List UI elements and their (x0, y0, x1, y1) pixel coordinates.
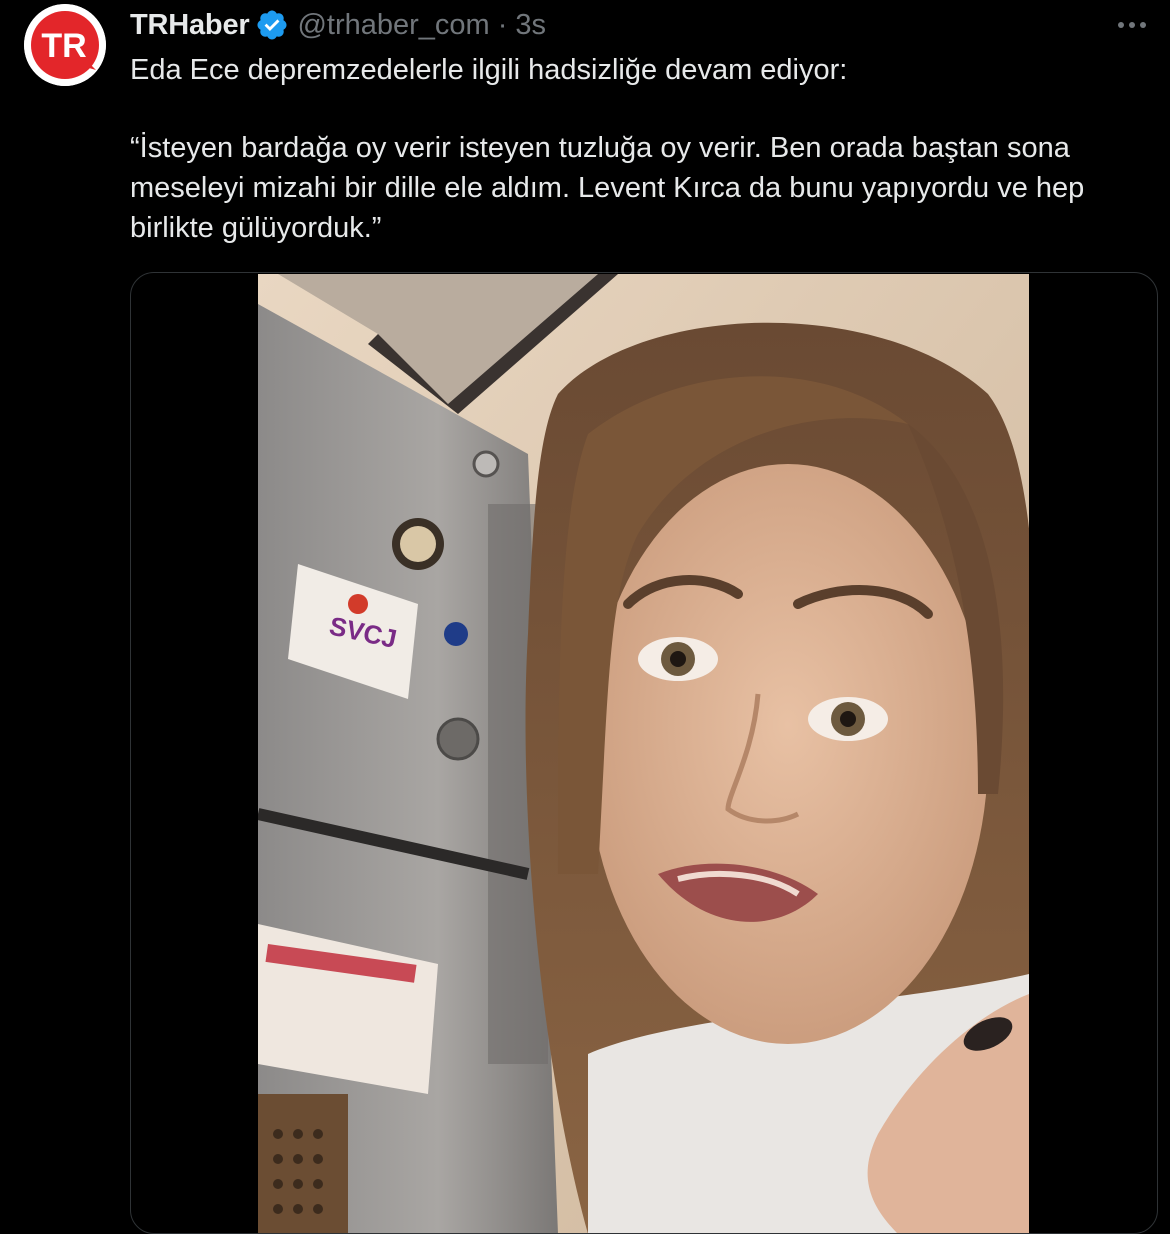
media-container[interactable]: SVCJ (130, 272, 1158, 1234)
video-thumbnail[interactable]: SVCJ (258, 274, 1029, 1233)
tweet-header: TRHaber @trhaber_com · 3s (130, 4, 546, 46)
trhaber-logo-icon: TR (24, 4, 106, 86)
display-name[interactable]: TRHaber (130, 9, 250, 42)
tweet-text-quote: “İsteyen bardağa oy verir isteyen tuzluğ… (130, 132, 1085, 244)
tweet-text: Eda Ece depremzedelerle ilgili hadsizliğ… (130, 50, 1150, 248)
avatar[interactable]: TR (24, 4, 106, 86)
verified-badge-icon[interactable] (255, 8, 289, 42)
more-options-button[interactable] (1110, 8, 1154, 42)
avatar-logo-text: TR (41, 27, 86, 65)
tweet-card[interactable]: TR TRHaber @trhaber_com · 3s Eda Ece dep… (0, 0, 1170, 1234)
timestamp[interactable]: 3s (515, 9, 546, 42)
tweet-text-intro: Eda Ece depremzedelerle ilgili hadsizliğ… (130, 54, 848, 86)
separator-dot: · (497, 8, 508, 41)
more-horizontal-icon (1118, 22, 1146, 28)
user-handle[interactable]: @trhaber_com (297, 9, 489, 42)
